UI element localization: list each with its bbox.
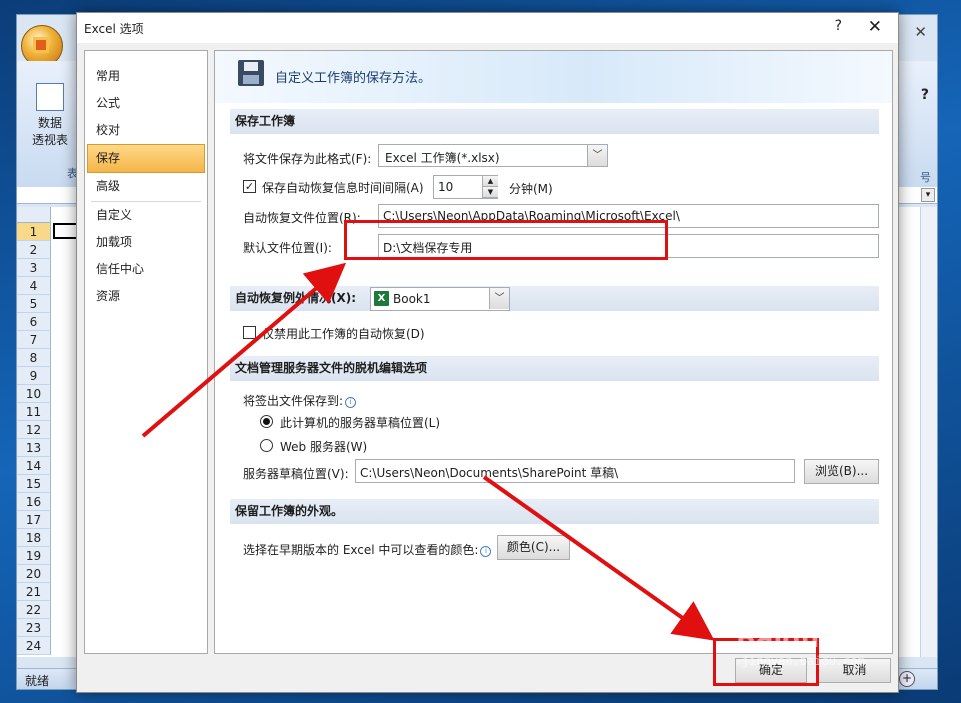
arrow-to-default-location: [141, 262, 347, 438]
watermark-subtext: jingyan.baidu.com: [742, 654, 865, 668]
arrow-to-ok-button: [482, 475, 715, 641]
annotation-arrows: [141, 262, 715, 641]
watermark-logo: Baidu经验: [736, 624, 872, 654]
